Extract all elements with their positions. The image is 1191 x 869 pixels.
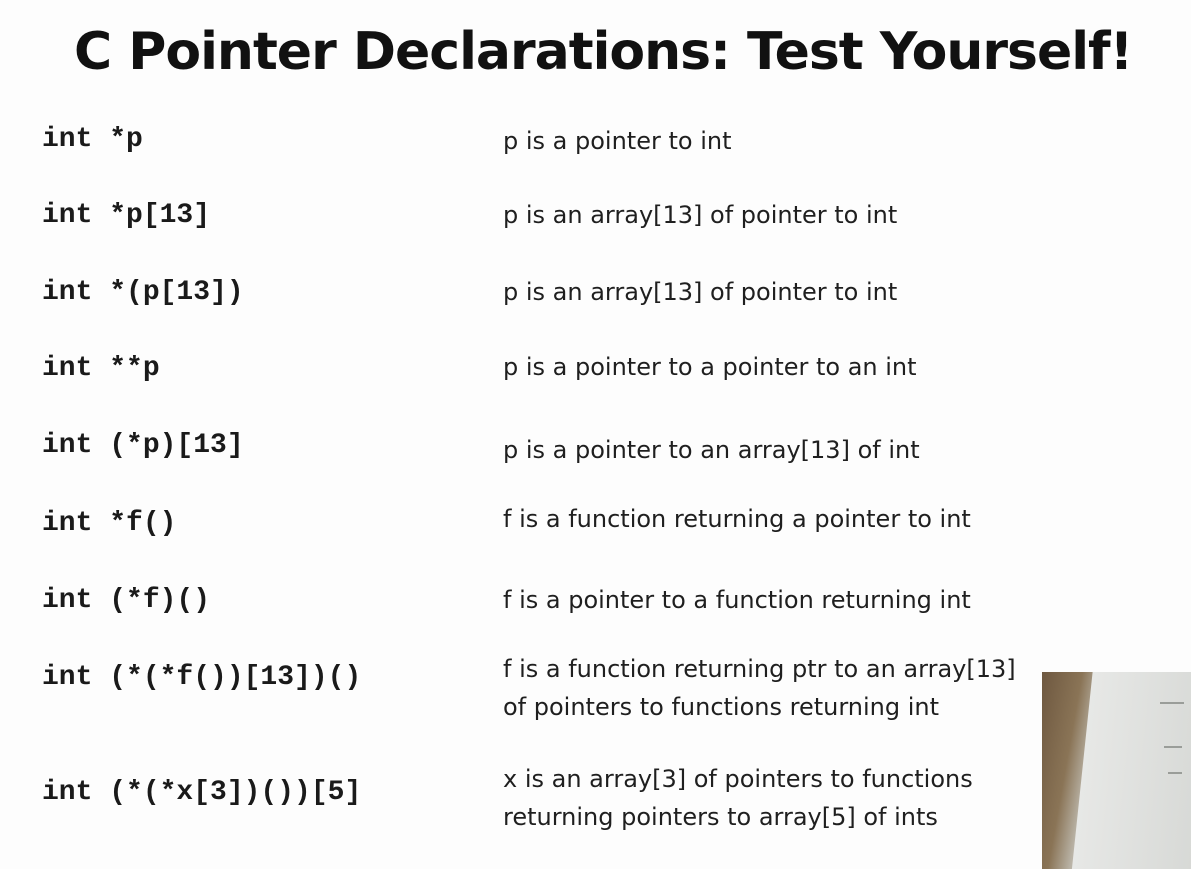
declaration-description: x is an array[3] of pointers to function… xyxy=(503,760,973,836)
declaration-description: p is an array[13] of pointer to int xyxy=(503,196,897,234)
declaration-code: int (*(*x[3])())[5] xyxy=(42,777,362,808)
description-line: f is a function returning a pointer to i… xyxy=(503,505,971,533)
slide-title: C Pointer Declarations: Test Yourself! xyxy=(74,22,1133,82)
declaration-code: int *f() xyxy=(42,508,177,539)
description-line: x is an array[3] of pointers to function… xyxy=(503,765,973,793)
declaration-code: int (*p)[13] xyxy=(42,430,244,461)
paper-mark xyxy=(1168,772,1182,774)
declaration-description: f is a pointer to a function returning i… xyxy=(503,581,971,619)
declaration-code: int (*(*f())[13])() xyxy=(42,662,362,693)
declaration-description: p is an array[13] of pointer to int xyxy=(503,273,897,311)
declaration-description: p is a pointer to int xyxy=(503,122,731,160)
declaration-description: f is a function returning ptr to an arra… xyxy=(503,650,1016,726)
description-line: f is a function returning ptr to an arra… xyxy=(503,655,1016,683)
declaration-code: int **p xyxy=(42,353,160,384)
declaration-code: int *p xyxy=(42,124,143,155)
description-line: p is a pointer to an array[13] of int xyxy=(503,436,920,464)
description-line: f is a pointer to a function returning i… xyxy=(503,586,971,614)
description-line: p is a pointer to a pointer to an int xyxy=(503,353,917,381)
declaration-description: p is a pointer to an array[13] of int xyxy=(503,431,920,469)
declaration-code: int *p[13] xyxy=(42,200,211,231)
paper-mark xyxy=(1160,702,1184,704)
description-line: of pointers to functions returning int xyxy=(503,693,940,721)
video-inset xyxy=(1042,672,1191,869)
slide: C Pointer Declarations: Test Yourself! i… xyxy=(0,0,1191,869)
declaration-code: int (*f)() xyxy=(42,585,211,616)
declaration-code: int *(p[13]) xyxy=(42,277,244,308)
description-line: p is a pointer to int xyxy=(503,127,732,155)
description-line: p is an array[13] of pointer to int xyxy=(503,278,898,306)
paper-mark xyxy=(1164,746,1182,748)
declaration-description: f is a function returning a pointer to i… xyxy=(503,500,971,538)
description-line: p is an array[13] of pointer to int xyxy=(503,201,898,229)
declaration-description: p is a pointer to a pointer to an int xyxy=(503,348,917,386)
description-line: returning pointers to array[5] of ints xyxy=(503,803,938,831)
